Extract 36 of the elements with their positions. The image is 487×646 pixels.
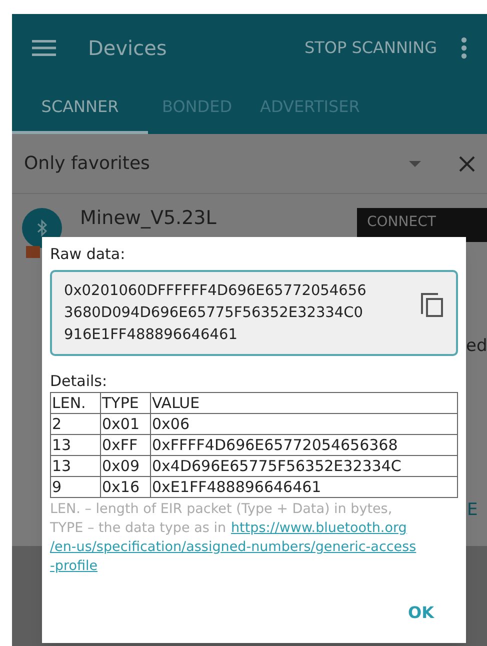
raw-data-label: Raw data: [50, 244, 126, 265]
toolbar-title: Devices [88, 35, 167, 62]
details-note: TYPE – the data type as in [50, 519, 226, 538]
more-options-icon[interactable] [461, 37, 467, 59]
partial-text: ed [466, 335, 487, 358]
table-cell: 0x01 [100, 414, 150, 434]
table-cell: 0xE1FF488896646461 [150, 476, 458, 498]
table-cell: 0x16 [100, 476, 150, 498]
column-header: VALUE [150, 392, 458, 414]
table-cell: 0x09 [100, 456, 150, 476]
filter-field[interactable]: Only favorites [24, 150, 150, 177]
table-cell: 0xFF [100, 434, 150, 456]
badge-icon [26, 246, 40, 258]
details-note: LEN. – length of EIR packet (Type + Data) in bytes, [50, 500, 392, 519]
column-header: LEN. [50, 392, 100, 414]
specification-link[interactable]: https://www.bluetooth.org [231, 519, 407, 538]
partial-text: E [467, 499, 478, 522]
raw-data-text: 0x0201060DFFFFFF4D696E65772054656 3680D094D696E65775F56352E32334C0 916E1FF488896646461 [64, 282, 366, 344]
close-icon[interactable] [459, 156, 475, 172]
column-header: TYPE [100, 392, 150, 414]
table-cell: 13 [50, 434, 100, 456]
details-label: Details: [50, 370, 108, 392]
table-cell: 0xFFFF4D696E65772054656368 [150, 434, 458, 456]
copy-icon[interactable] [420, 292, 444, 318]
menu-icon[interactable] [32, 40, 56, 56]
device-name: Minew_V5.23L [80, 206, 216, 231]
table-cell: 13 [50, 456, 100, 476]
ok-button[interactable]: OK [404, 601, 438, 625]
dropdown-caret-icon[interactable] [409, 160, 421, 166]
table-cell: 2 [50, 414, 100, 434]
specification-link[interactable]: -profile [50, 557, 98, 576]
table-cell: 0x4D696E65775F56352E32334C [150, 456, 458, 476]
table-cell: 9 [50, 476, 100, 498]
table-cell: 0x06 [150, 414, 458, 434]
specification-link[interactable]: /en-us/specification/assigned-numbers/generic-access [50, 538, 416, 557]
stop-scanning-button[interactable]: STOP SCANNING [304, 36, 437, 60]
